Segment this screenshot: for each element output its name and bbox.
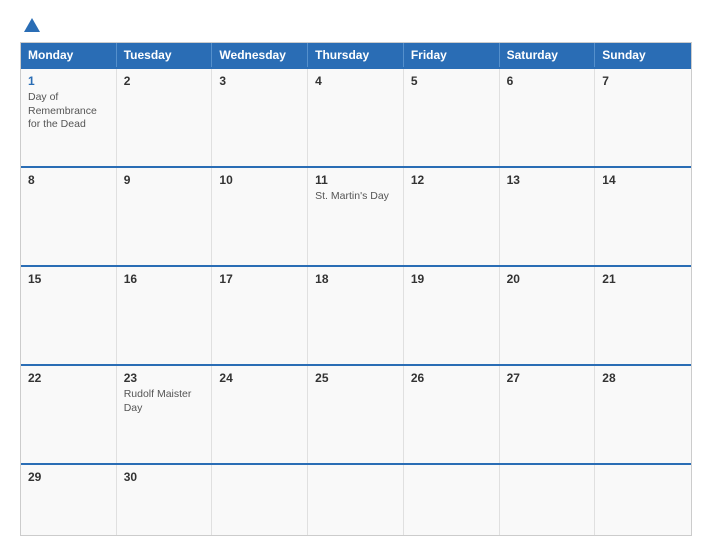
calendar-cell: 29	[21, 465, 117, 535]
day-number: 17	[219, 272, 300, 286]
day-number: 23	[124, 371, 205, 385]
calendar-cell: 6	[500, 69, 596, 166]
day-number: 28	[602, 371, 684, 385]
day-number: 3	[219, 74, 300, 88]
day-header-saturday: Saturday	[500, 43, 596, 67]
day-number: 21	[602, 272, 684, 286]
event-label: St. Martin's Day	[315, 190, 396, 204]
calendar-cell: 30	[117, 465, 213, 535]
day-number: 22	[28, 371, 109, 385]
calendar-week-2: 8 9 10 11 St. Martin's Day 12 13 14	[21, 166, 691, 265]
logo	[20, 18, 40, 32]
calendar-cell: 10	[212, 168, 308, 265]
calendar-cell: 26	[404, 366, 500, 463]
day-number: 11	[315, 173, 396, 187]
day-header-friday: Friday	[404, 43, 500, 67]
event-label: Day of Remembrance for the Dead	[28, 91, 109, 132]
event-label: Rudolf Maister Day	[124, 388, 205, 415]
day-number: 9	[124, 173, 205, 187]
calendar: MondayTuesdayWednesdayThursdayFridaySatu…	[20, 42, 692, 536]
day-header-thursday: Thursday	[308, 43, 404, 67]
day-number: 18	[315, 272, 396, 286]
calendar-cell: 19	[404, 267, 500, 364]
calendar-body: 1Day of Remembrance for the Dead23456789…	[21, 67, 691, 535]
logo-triangle-icon	[24, 18, 40, 32]
calendar-cell: 7	[595, 69, 691, 166]
calendar-header-row: MondayTuesdayWednesdayThursdayFridaySatu…	[21, 43, 691, 67]
calendar-cell: 9	[117, 168, 213, 265]
calendar-cell: 17	[212, 267, 308, 364]
day-number: 10	[219, 173, 300, 187]
day-number: 12	[411, 173, 492, 187]
calendar-cell	[308, 465, 404, 535]
calendar-cell: 11 St. Martin's Day	[308, 168, 404, 265]
day-number: 24	[219, 371, 300, 385]
calendar-week-4: 22 23 Rudolf Maister Day 24 25 26 27 28	[21, 364, 691, 463]
day-number: 7	[602, 74, 684, 88]
day-number: 15	[28, 272, 109, 286]
calendar-cell: 27	[500, 366, 596, 463]
calendar-cell: 20	[500, 267, 596, 364]
calendar-cell	[595, 465, 691, 535]
calendar-cell: 8	[21, 168, 117, 265]
calendar-cell: 25	[308, 366, 404, 463]
calendar-cell: 4	[308, 69, 404, 166]
day-number: 4	[315, 74, 396, 88]
day-number: 16	[124, 272, 205, 286]
day-header-monday: Monday	[21, 43, 117, 67]
day-number: 2	[124, 74, 205, 88]
logo-blue-text	[20, 18, 40, 32]
calendar-cell: 15	[21, 267, 117, 364]
calendar-cell: 18	[308, 267, 404, 364]
calendar-cell	[500, 465, 596, 535]
day-number: 29	[28, 470, 109, 484]
calendar-cell: 14	[595, 168, 691, 265]
calendar-cell: 2	[117, 69, 213, 166]
calendar-cell: 3	[212, 69, 308, 166]
calendar-cell: 24	[212, 366, 308, 463]
day-number: 1	[28, 74, 109, 88]
day-number: 25	[315, 371, 396, 385]
day-number: 13	[507, 173, 588, 187]
calendar-cell: 13	[500, 168, 596, 265]
day-header-wednesday: Wednesday	[212, 43, 308, 67]
day-number: 8	[28, 173, 109, 187]
calendar-week-last: 29 30	[21, 463, 691, 535]
calendar-week-3: 15 16 17 18 19 20 21	[21, 265, 691, 364]
day-number: 20	[507, 272, 588, 286]
day-number: 26	[411, 371, 492, 385]
calendar-cell: 5	[404, 69, 500, 166]
day-header-tuesday: Tuesday	[117, 43, 213, 67]
calendar-cell	[404, 465, 500, 535]
day-number: 6	[507, 74, 588, 88]
header	[20, 18, 692, 32]
page: MondayTuesdayWednesdayThursdayFridaySatu…	[0, 0, 712, 550]
day-header-sunday: Sunday	[595, 43, 691, 67]
calendar-week-1: 1Day of Remembrance for the Dead234567	[21, 67, 691, 166]
calendar-cell: 12	[404, 168, 500, 265]
calendar-cell: 23 Rudolf Maister Day	[117, 366, 213, 463]
calendar-cell: 21	[595, 267, 691, 364]
calendar-cell: 28	[595, 366, 691, 463]
day-number: 30	[124, 470, 205, 484]
day-number: 19	[411, 272, 492, 286]
calendar-cell	[212, 465, 308, 535]
day-number: 27	[507, 371, 588, 385]
calendar-cell: 22	[21, 366, 117, 463]
calendar-cell: 1 Day of Remembrance for the Dead	[21, 69, 117, 166]
day-number: 5	[411, 74, 492, 88]
calendar-cell: 16	[117, 267, 213, 364]
day-number: 14	[602, 173, 684, 187]
